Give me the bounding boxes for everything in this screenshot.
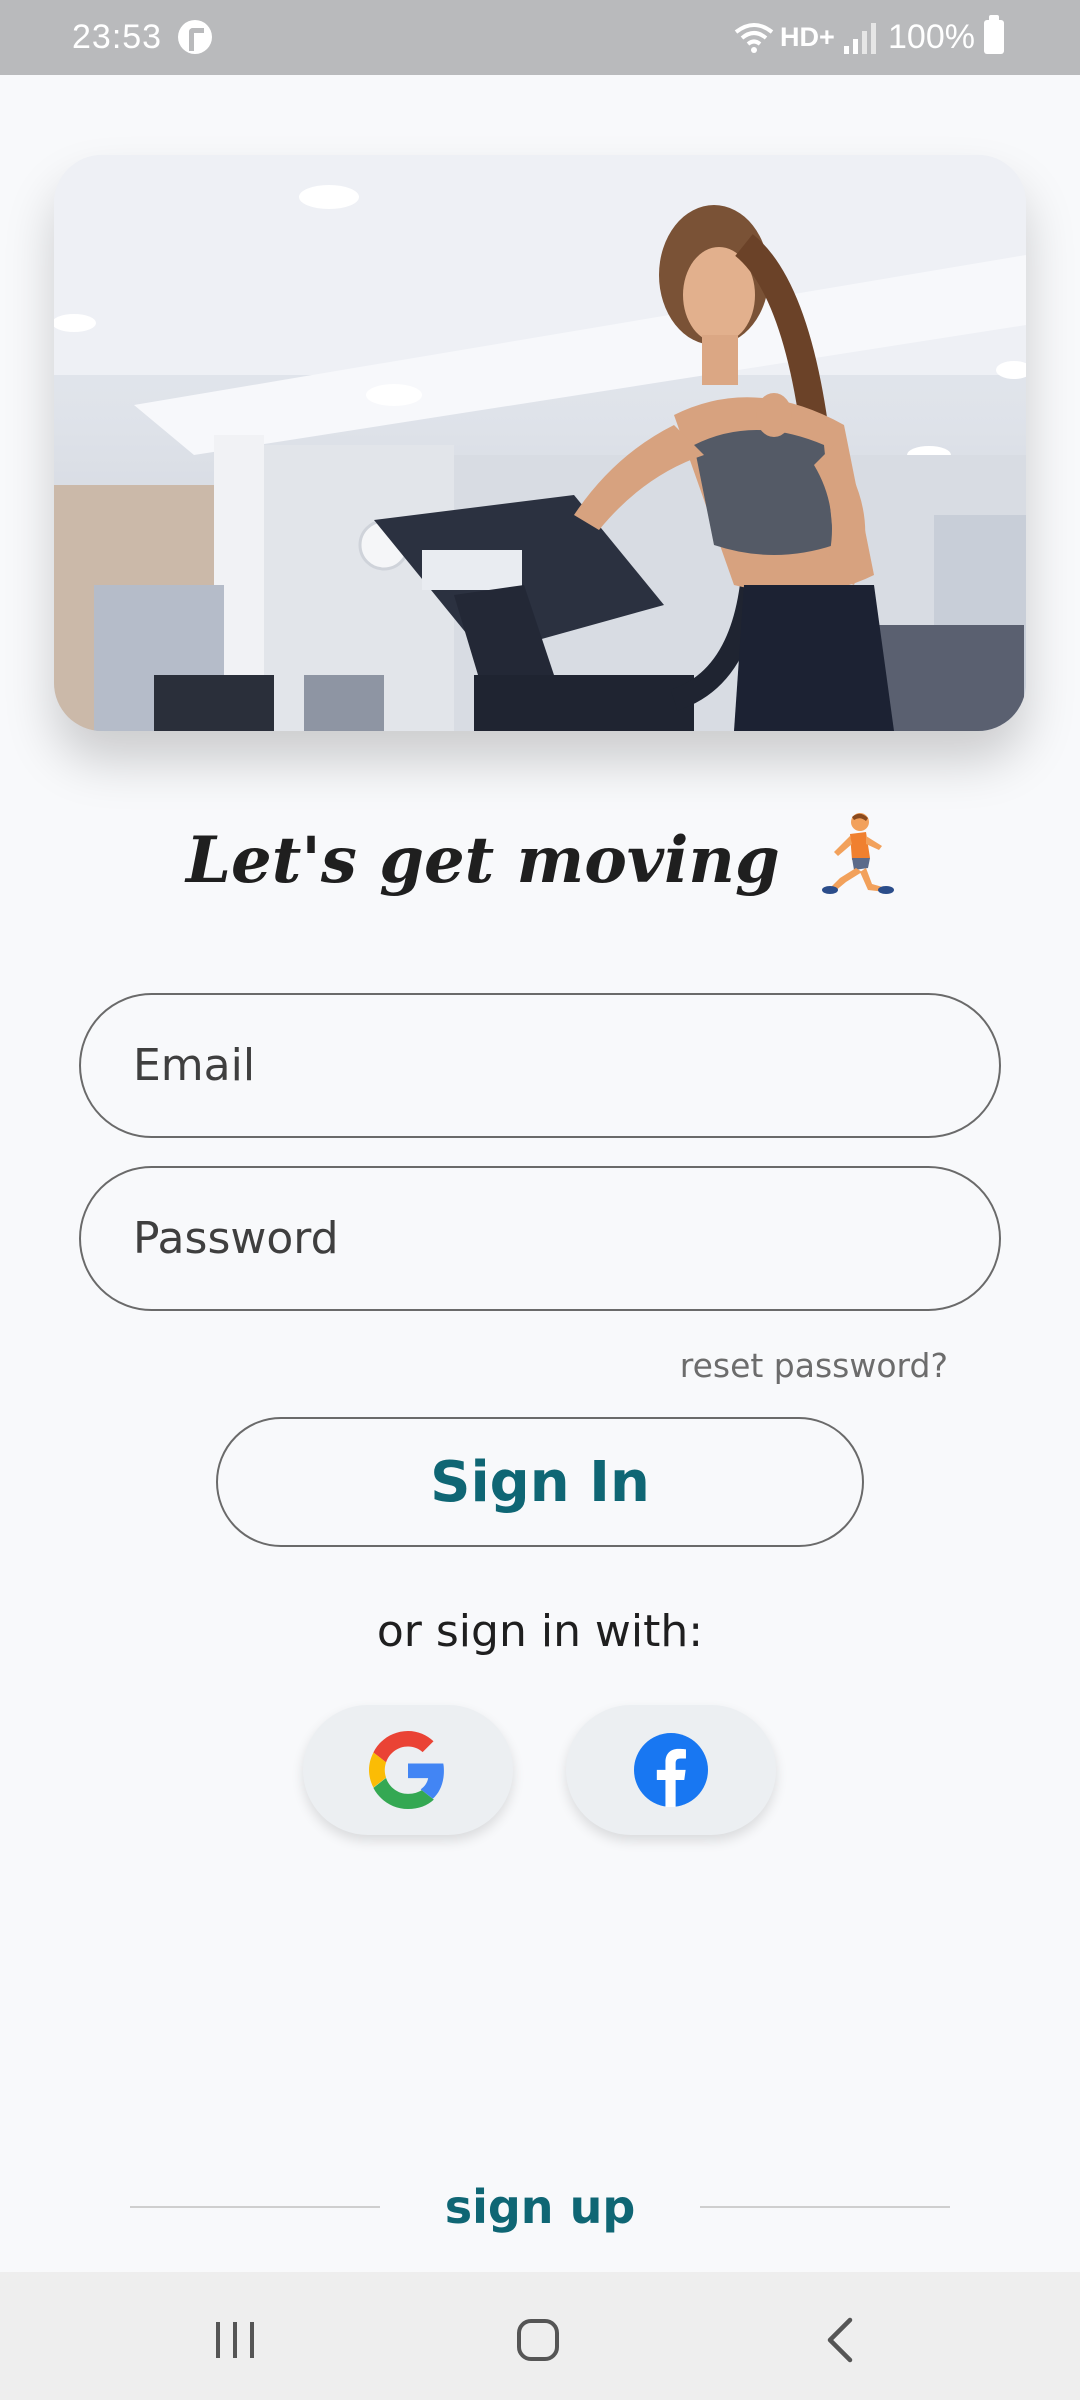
gym-photo-icon: [54, 155, 1026, 731]
hero-image: [54, 155, 1026, 731]
signal-icon: [844, 23, 876, 54]
battery-percent: 100%: [888, 18, 975, 56]
social-sign-in-prompt: or sign in with:: [376, 1606, 704, 1657]
recent-apps-icon[interactable]: [212, 2320, 258, 2360]
sign-up-label[interactable]: sign up: [445, 2180, 636, 2234]
home-icon[interactable]: [516, 2318, 560, 2362]
sign-up-link[interactable]: sign up: [0, 2180, 1080, 2234]
back-icon[interactable]: [822, 2316, 858, 2364]
facebook-icon: [634, 1733, 708, 1807]
battery-icon: [984, 15, 1004, 54]
headline-text: Let's get moving: [186, 823, 780, 898]
status-bar: 23:53 HD+ 100%: [0, 0, 1080, 75]
google-icon: [369, 1731, 444, 1809]
password-field[interactable]: [79, 1166, 1001, 1311]
google-sign-in-button[interactable]: [303, 1705, 513, 1835]
facebook-sign-in-button[interactable]: [566, 1705, 776, 1835]
email-field[interactable]: [79, 993, 1001, 1138]
system-navigation-bar: [0, 2272, 1080, 2400]
page-title: Let's get moving: [0, 812, 1080, 898]
status-time: 23:53: [72, 18, 163, 56]
sign-in-button[interactable]: Sign In: [216, 1417, 864, 1547]
reset-password-link[interactable]: reset password?: [680, 1346, 948, 1385]
runner-icon: [821, 813, 894, 894]
notification-app-icon: [178, 20, 212, 54]
wifi-icon: [734, 23, 774, 53]
network-type-label: HD+: [780, 22, 835, 52]
